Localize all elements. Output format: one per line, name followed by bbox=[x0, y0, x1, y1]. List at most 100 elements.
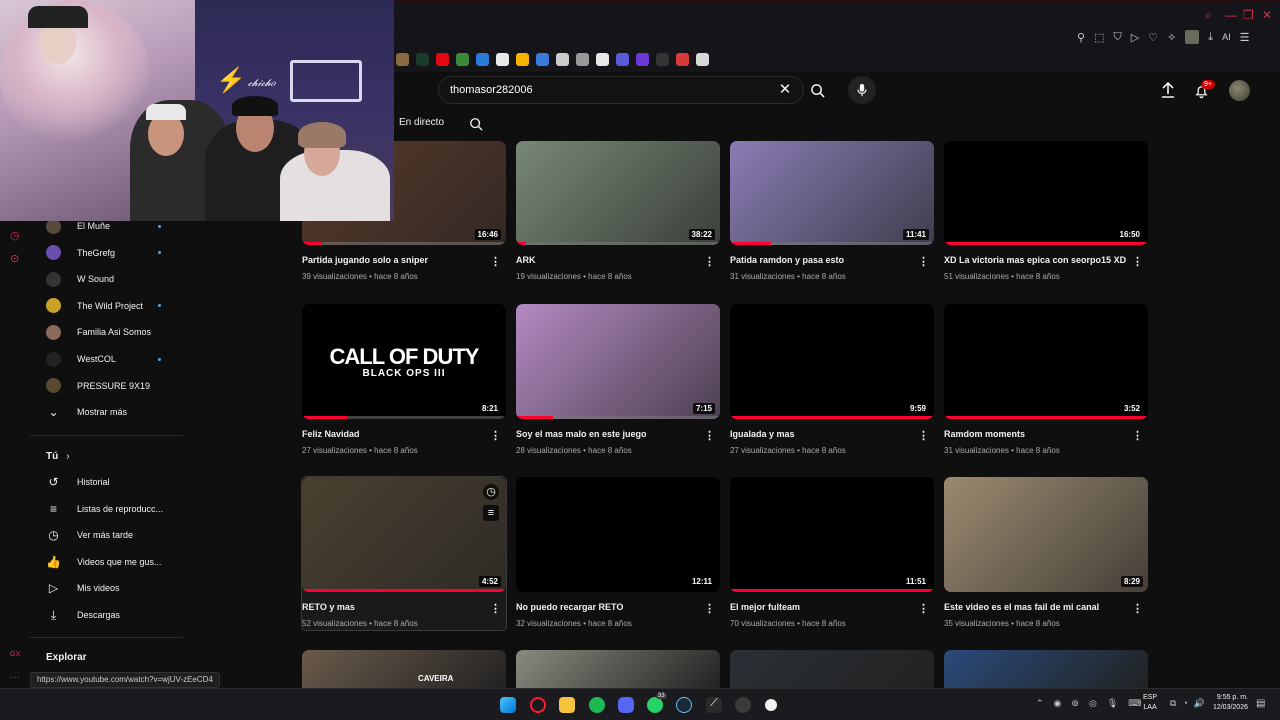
video-card[interactable]: ◷ ≡ 4:52 RETO y mas 52 visualizaciones • hac… bbox=[301, 476, 507, 631]
tab-live[interactable]: En directo bbox=[399, 117, 444, 128]
ai-button[interactable]: AI bbox=[1222, 32, 1231, 42]
ext-h-extension-icon[interactable] bbox=[556, 52, 569, 66]
video-title[interactable]: Patida ramdon y pasa esto bbox=[730, 255, 934, 269]
maximize-icon[interactable]: ❐ bbox=[1243, 8, 1254, 22]
minimize-icon[interactable]: — bbox=[1225, 8, 1237, 22]
ext-f-extension-icon[interactable] bbox=[516, 52, 529, 66]
settings-icon[interactable] bbox=[765, 699, 777, 711]
language-indicator[interactable]: ESP LAA bbox=[1143, 693, 1157, 713]
video-thumbnail[interactable]: 11:41 bbox=[730, 141, 934, 245]
clock-icon[interactable]: ◷ bbox=[10, 229, 20, 242]
tray-icon[interactable]: ◉ bbox=[1054, 698, 1062, 709]
sidebar-item-subscription[interactable]: PRESSURE 9X19 bbox=[46, 376, 186, 396]
profile-icon[interactable] bbox=[1185, 30, 1200, 44]
more-actions-icon[interactable]: ⋮ bbox=[704, 602, 715, 615]
sidebar-item-subscription[interactable]: Familia Asi Somos bbox=[46, 322, 186, 342]
video-card[interactable]: 11:51 El mejor fulteam 70 visualizaciones … bbox=[730, 477, 934, 628]
video-thumbnail[interactable]: 38:22 bbox=[516, 141, 720, 245]
volume-icon[interactable]: 🔊 bbox=[1194, 698, 1205, 709]
video-thumbnail[interactable]: 7:15 bbox=[516, 304, 720, 419]
sidebar-item-subscription[interactable]: The Wild Project bbox=[46, 296, 186, 316]
video-title[interactable]: XD La victoria mas epica con seorpo15 XD bbox=[944, 255, 1148, 269]
you-section-heading[interactable]: Tú › bbox=[46, 446, 186, 466]
ext-m-extension-icon[interactable] bbox=[656, 52, 669, 66]
video-card[interactable]: 11:41 Patida ramdon y pasa esto 31 visuali… bbox=[730, 130, 934, 281]
video-thumbnail[interactable]: ◷ ≡ 4:52 bbox=[302, 477, 506, 592]
keyboard-icon[interactable]: ⌨ bbox=[1128, 698, 1141, 709]
ext-i-extension-icon[interactable] bbox=[576, 52, 589, 66]
video-title[interactable]: Soy el mas malo en este juego bbox=[516, 429, 720, 443]
heart-icon[interactable]: ♡ bbox=[1148, 31, 1158, 44]
sidebar-item-thumbs-up[interactable]: 👍 Videos que me gus... bbox=[46, 552, 186, 572]
tray-icon[interactable]: ⊚ bbox=[1071, 698, 1079, 709]
ext-o-extension-icon[interactable] bbox=[696, 52, 709, 66]
video-thumbnail[interactable] bbox=[944, 650, 1148, 688]
ext-g-extension-icon[interactable] bbox=[536, 52, 549, 66]
app-icon[interactable]: ⟋ bbox=[706, 697, 722, 713]
ext-n-extension-icon[interactable] bbox=[676, 52, 689, 66]
more-actions-icon[interactable]: ⋮ bbox=[490, 602, 501, 615]
more-actions-icon[interactable]: ⋮ bbox=[1132, 602, 1143, 615]
ext-a-extension-icon[interactable] bbox=[396, 52, 409, 66]
search-window-icon[interactable]: ⌕ bbox=[1205, 8, 1212, 23]
sidebar-item-subscription[interactable]: W Sound bbox=[46, 269, 186, 289]
video-thumbnail[interactable]: 9:59 bbox=[730, 304, 934, 419]
show-more-button[interactable]: ⌄ Mostrar más bbox=[46, 402, 186, 422]
play-icon[interactable]: ▷ bbox=[1131, 31, 1139, 44]
more-actions-icon[interactable]: ⋮ bbox=[704, 429, 715, 442]
file-explorer-icon[interactable] bbox=[559, 697, 575, 713]
network-icon[interactable]: ⧉ bbox=[1170, 698, 1176, 709]
sidebar-item-subscription[interactable]: WestCOL bbox=[46, 349, 186, 369]
video-card[interactable]: 8:29 Este video es el mas fail de mi cana… bbox=[944, 477, 1148, 628]
menu-icon[interactable]: ☰ bbox=[1240, 31, 1250, 44]
search-input[interactable]: thomasor282006 bbox=[438, 76, 804, 104]
tray-icon[interactable]: ◎ bbox=[1089, 698, 1097, 709]
download-icon[interactable]: ⤓ bbox=[1208, 31, 1213, 44]
extensions-icon[interactable]: ✧ bbox=[1167, 31, 1176, 44]
search-button[interactable] bbox=[804, 76, 830, 104]
more-actions-icon[interactable]: ⋮ bbox=[918, 602, 929, 615]
microphone-icon[interactable]: 🎙 bbox=[1107, 698, 1118, 709]
video-thumbnail[interactable]: CAVEIRA bbox=[302, 650, 506, 688]
voice-search-button[interactable] bbox=[848, 76, 876, 104]
video-card[interactable]: 3:52 Ramdom moments 31 visualizaciones • h… bbox=[944, 304, 1148, 455]
video-card[interactable]: 16:50 XD La victoria mas epica con seorpo… bbox=[944, 130, 1148, 281]
wifi-icon[interactable]: ◔ bbox=[1182, 698, 1187, 709]
close-window-icon[interactable]: ✕ bbox=[1262, 8, 1272, 22]
more-actions-icon[interactable]: ⋮ bbox=[1132, 255, 1143, 268]
video-card[interactable]: CALL OF DUTY BLACK OPS III 8:21 Feliz Navid… bbox=[302, 304, 506, 455]
discord-icon[interactable] bbox=[618, 697, 634, 713]
pin-icon[interactable]: ⚲ bbox=[1077, 31, 1085, 44]
more-actions-icon[interactable]: ⋮ bbox=[1132, 429, 1143, 442]
video-title[interactable]: ARK bbox=[516, 255, 720, 269]
video-card[interactable]: 7:15 Soy el mas malo en este juego 28 visu… bbox=[516, 304, 720, 455]
more-actions-icon[interactable]: ⋮ bbox=[918, 429, 929, 442]
whatsapp-icon[interactable] bbox=[647, 697, 663, 713]
sidebar-item-my-videos[interactable]: ▷ Mis videos bbox=[46, 578, 186, 598]
sidebar-item-clock[interactable]: ◷ Ver más tarde bbox=[46, 525, 186, 545]
link-icon[interactable]: ⊙ bbox=[10, 252, 19, 265]
sidebar-item-playlist[interactable]: ≡ Listas de reproducc... bbox=[46, 499, 186, 519]
video-title[interactable]: Feliz Navidad bbox=[302, 429, 506, 443]
gx-icon[interactable]: GX bbox=[10, 651, 20, 658]
video-card[interactable]: 9:59 Igualada y mas 27 visualizaciones • h… bbox=[730, 304, 934, 455]
video-thumbnail[interactable] bbox=[730, 650, 934, 688]
video-thumbnail[interactable]: 11:51 bbox=[730, 477, 934, 592]
notification-center-icon[interactable]: ▤ bbox=[1256, 698, 1265, 709]
sidebar-item-download[interactable]: ⤓ Descargas bbox=[46, 605, 186, 625]
video-title[interactable]: Ramdom moments bbox=[944, 429, 1148, 443]
upload-button[interactable] bbox=[1160, 82, 1176, 98]
windows-start-icon[interactable] bbox=[500, 697, 516, 713]
video-thumbnail[interactable]: 12:11 bbox=[516, 477, 720, 592]
video-thumbnail[interactable]: CALL OF DUTY BLACK OPS III 8:21 bbox=[302, 304, 506, 419]
avatar[interactable] bbox=[1229, 80, 1250, 101]
video-thumbnail[interactable]: 8:29 bbox=[944, 477, 1148, 592]
more-actions-icon[interactable]: ⋮ bbox=[490, 429, 501, 442]
video-title[interactable]: Igualada y mas bbox=[730, 429, 934, 443]
screenshot-icon[interactable]: ⬚ bbox=[1094, 31, 1104, 44]
video-thumbnail[interactable]: 16:50 bbox=[944, 141, 1148, 245]
video-card[interactable]: 12:11 No puedo recargar RETO 32 visualizac… bbox=[516, 477, 720, 628]
netflix-extension-icon[interactable] bbox=[436, 52, 449, 66]
ext-l-extension-icon[interactable] bbox=[636, 52, 649, 66]
ext-k-extension-icon[interactable] bbox=[616, 52, 629, 66]
